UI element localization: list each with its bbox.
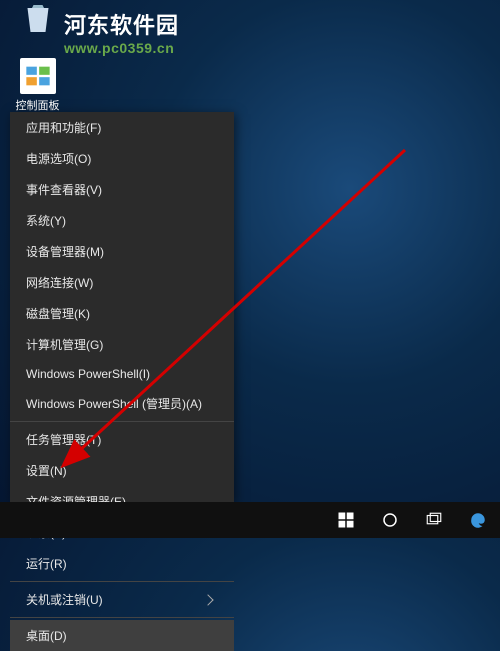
chevron-right-icon [202, 594, 213, 605]
menu-separator [10, 581, 234, 582]
menu-label: 任务管理器(T) [26, 431, 101, 448]
menu-powershell-admin[interactable]: Windows PowerShell (管理员)(A) [10, 388, 234, 419]
watermark: 河东软件园 www.pc0359.cn [64, 8, 179, 56]
menu-label: Windows PowerShell (管理员)(A) [26, 395, 202, 412]
menu-label: 电源选项(O) [26, 150, 91, 167]
cortana-button[interactable] [368, 502, 412, 538]
menu-label: 应用和功能(F) [26, 119, 101, 136]
desktop-icon-recycle-bin[interactable] [10, 0, 65, 43]
menu-label: 桌面(D) [26, 627, 67, 644]
menu-device-manager[interactable]: 设备管理器(M) [10, 236, 234, 267]
winx-menu: 应用和功能(F) 电源选项(O) 事件查看器(V) 系统(Y) 设备管理器(M)… [10, 112, 234, 502]
menu-label: 系统(Y) [26, 212, 66, 229]
menu-powershell[interactable]: Windows PowerShell(I) [10, 360, 234, 388]
menu-apps-features[interactable]: 应用和功能(F) [10, 112, 234, 143]
menu-task-manager[interactable]: 任务管理器(T) [10, 424, 234, 455]
menu-label: 计算机管理(G) [26, 336, 103, 353]
menu-separator [10, 421, 234, 422]
menu-label: 磁盘管理(K) [26, 305, 90, 322]
desktop-icon-control-panel[interactable]: 控制面板 [10, 58, 65, 113]
desktop-icon-label: 控制面板 [10, 97, 65, 113]
menu-disk-management[interactable]: 磁盘管理(K) [10, 298, 234, 329]
menu-label: 运行(R) [26, 555, 67, 572]
task-view-button[interactable] [412, 502, 456, 538]
watermark-title: 河东软件园 [64, 8, 179, 40]
menu-label: 设备管理器(M) [26, 243, 104, 260]
start-button[interactable] [324, 502, 368, 538]
menu-label: 事件查看器(V) [26, 181, 102, 198]
menu-event-viewer[interactable]: 事件查看器(V) [10, 174, 234, 205]
menu-label: 设置(N) [26, 462, 67, 479]
recycle-bin-icon [18, 0, 58, 40]
watermark-url: www.pc0359.cn [64, 40, 179, 56]
menu-label: 关机或注销(U) [26, 591, 103, 608]
menu-label: Windows PowerShell(I) [26, 367, 150, 381]
menu-shutdown-signout[interactable]: 关机或注销(U) [10, 584, 234, 615]
menu-separator [10, 617, 234, 618]
menu-settings[interactable]: 设置(N) [10, 455, 234, 486]
menu-network-connections[interactable]: 网络连接(W) [10, 267, 234, 298]
menu-power-options[interactable]: 电源选项(O) [10, 143, 234, 174]
menu-system[interactable]: 系统(Y) [10, 205, 234, 236]
edge-button[interactable] [456, 502, 500, 538]
menu-computer-management[interactable]: 计算机管理(G) [10, 329, 234, 360]
menu-run[interactable]: 运行(R) [10, 548, 234, 579]
taskbar [0, 502, 500, 538]
menu-desktop[interactable]: 桌面(D) [10, 620, 234, 651]
control-panel-icon [20, 58, 56, 94]
menu-label: 网络连接(W) [26, 274, 93, 291]
